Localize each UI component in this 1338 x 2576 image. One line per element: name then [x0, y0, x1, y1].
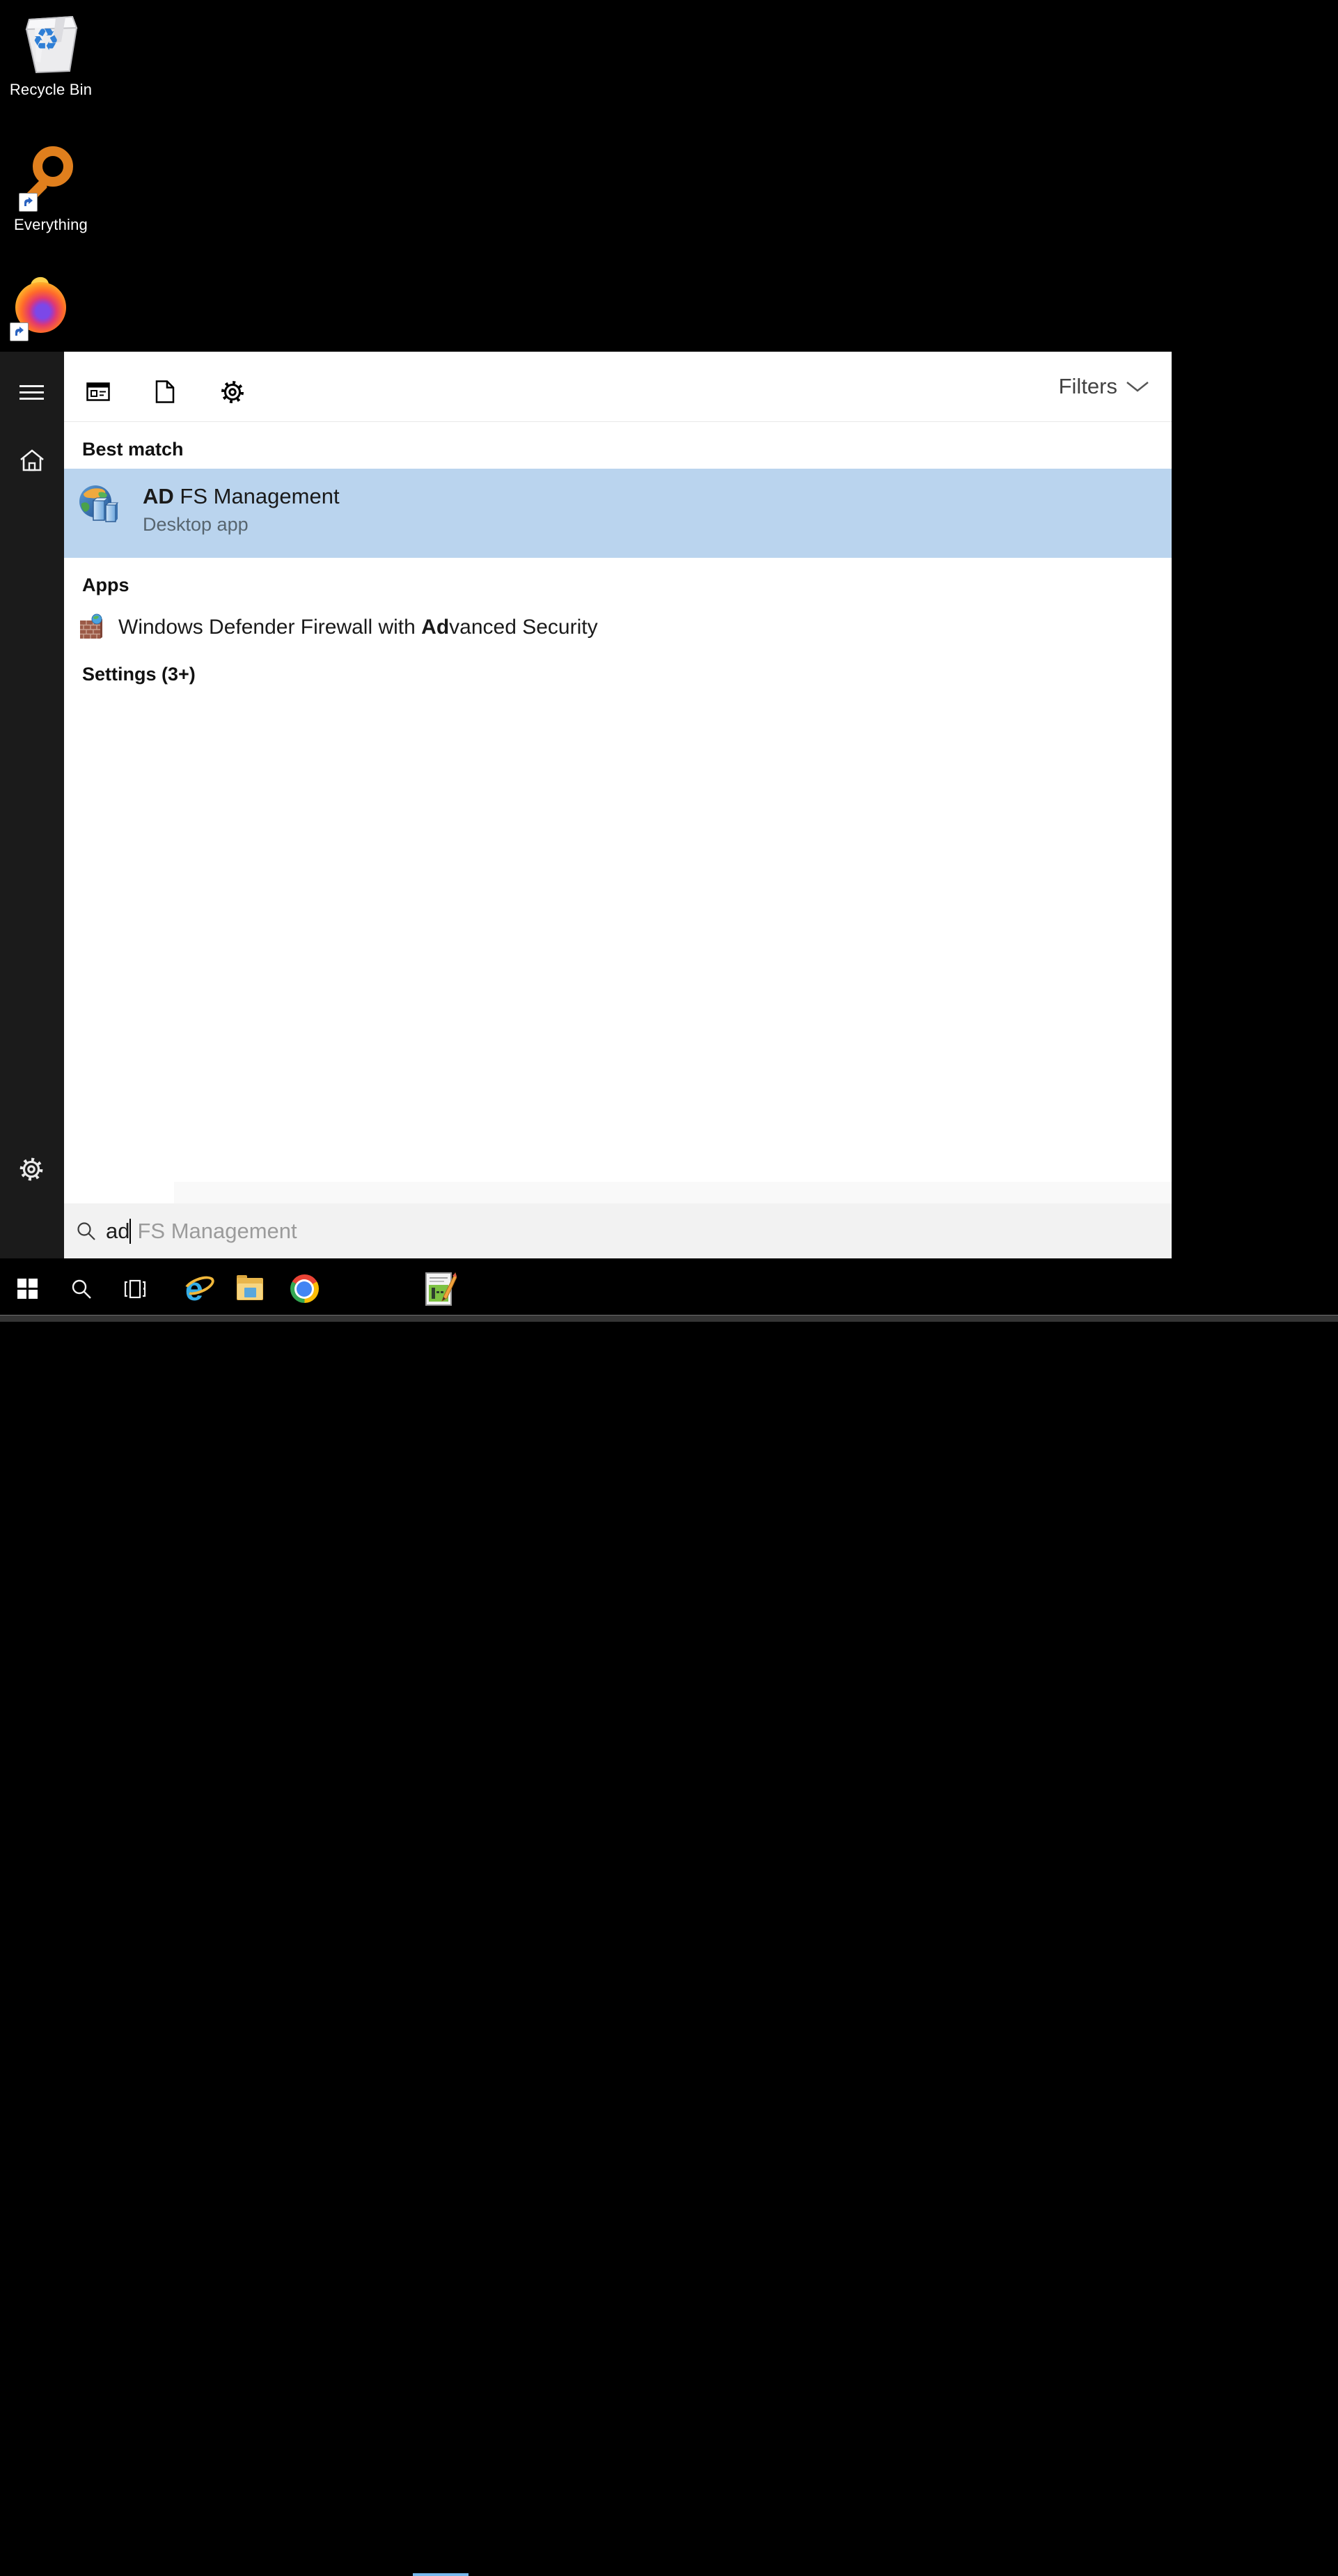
internet-explorer-icon: e [185, 1272, 203, 1305]
recycle-symbol: ♻ [32, 22, 59, 58]
filters-label: Filters [1059, 374, 1117, 399]
result-firewall-title: Windows Defender Firewall with Advanced … [118, 616, 598, 639]
settings-filter-icon[interactable] [220, 380, 245, 408]
firewall-text-post: vanced Security [449, 616, 597, 639]
taskbar: e [0, 1263, 1338, 1315]
result-title: AD FS Management [143, 484, 340, 509]
search-icon [71, 1279, 92, 1299]
file-explorer-button[interactable] [230, 1263, 270, 1315]
chevron-down-icon [1126, 381, 1149, 392]
search-filter-bar: Filters [64, 352, 1172, 422]
chrome-button[interactable] [284, 1263, 324, 1315]
start-button[interactable] [6, 1263, 49, 1315]
recycle-bin-icon: ♻ [21, 7, 81, 74]
shortcut-arrow-icon [10, 322, 29, 341]
settings-header[interactable]: Settings (3+) [82, 664, 196, 685]
desktop-icon-everything[interactable]: Everything [0, 0, 102, 1]
result-title-match: AD [143, 484, 174, 508]
task-view-button[interactable] [115, 1263, 155, 1315]
adfs-management-icon [78, 484, 118, 529]
documents-filter-icon[interactable] [155, 380, 175, 407]
search-flyout-panel: Filters Best match [64, 352, 1172, 1258]
search-suggestion-text: FS Management [137, 1219, 297, 1244]
everything-label: Everything [0, 216, 102, 234]
task-view-icon [124, 1279, 146, 1299]
suggestion-strip [174, 1182, 1172, 1203]
search-typed-text: ad [106, 1219, 129, 1244]
internet-explorer-button[interactable]: e [174, 1263, 214, 1315]
hamburger-menu-icon[interactable] [19, 385, 44, 400]
result-subtitle: Desktop app [143, 514, 249, 536]
windows-logo-icon [17, 1279, 38, 1299]
taskbar-search-button[interactable] [61, 1263, 102, 1315]
text-editor-icon [425, 1272, 457, 1306]
search-sidebar [0, 352, 64, 1258]
firewall-text-match: Ad [421, 616, 449, 639]
search-icon [77, 1221, 96, 1241]
search-input[interactable]: ad FS Management [64, 1203, 1172, 1258]
result-title-rest: FS Management [174, 484, 340, 508]
result-firewall[interactable]: Windows Defender Firewall with Advanced … [64, 604, 1172, 653]
home-icon[interactable] [19, 448, 45, 476]
sidebar-settings-icon[interactable] [18, 1156, 45, 1186]
best-match-header: Best match [82, 439, 184, 460]
bottom-edge-strip [0, 1315, 1338, 1322]
active-app-indicator [413, 2573, 469, 2576]
apps-filter-icon[interactable] [86, 381, 110, 406]
shortcut-arrow-icon [19, 193, 38, 212]
apps-header: Apps [82, 575, 129, 596]
recycle-bin-label: Recycle Bin [0, 81, 102, 99]
firewall-text-pre: Windows Defender Firewall with [118, 616, 421, 639]
text-cursor [129, 1219, 131, 1244]
result-adfs-management[interactable]: AD FS Management Desktop app [64, 469, 1172, 558]
file-explorer-icon [237, 1278, 263, 1300]
desktop-icon-recycle-bin[interactable]: ♻ Recycle Bin [0, 0, 102, 104]
chrome-icon [290, 1274, 319, 1303]
filters-dropdown[interactable]: Filters [1059, 374, 1149, 399]
text-editor-button[interactable] [414, 1263, 466, 1315]
firewall-icon [79, 614, 103, 645]
